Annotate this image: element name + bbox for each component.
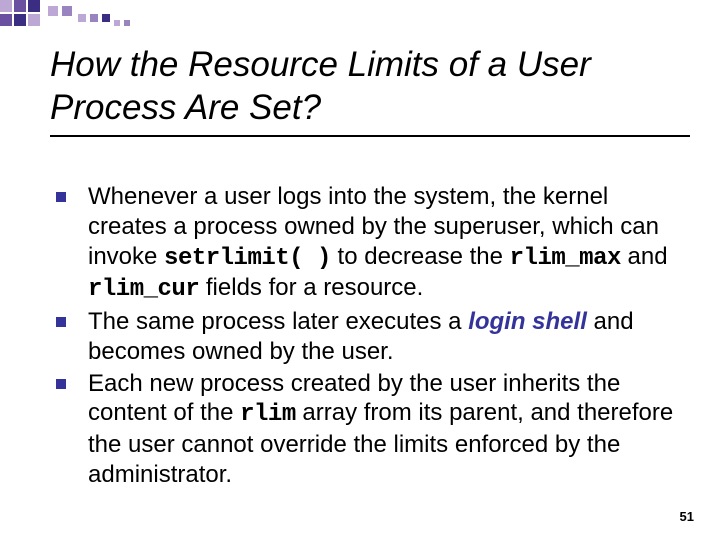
title-block: How the Resource Limits of a User Proces… [50,44,690,137]
list-item-text: Whenever a user logs into the system, th… [88,182,690,305]
deco-square [62,6,72,16]
list-item-text: The same process later executes a login … [88,307,690,367]
corner-decoration [0,0,140,36]
list-item: Whenever a user logs into the system, th… [54,182,690,305]
deco-square [28,14,40,26]
deco-square [90,14,98,22]
bullet-list: Whenever a user logs into the system, th… [54,182,690,492]
deco-square [124,20,130,26]
deco-square [0,14,12,26]
deco-square [28,0,40,12]
list-item: The same process later executes a login … [54,307,690,367]
title-underline [50,135,690,137]
deco-square [14,0,26,12]
slide-title: How the Resource Limits of a User Proces… [50,44,690,129]
list-item: Each new process created by the user inh… [54,369,690,490]
list-item-text: Each new process created by the user inh… [88,369,690,490]
deco-square [102,14,110,22]
deco-square [48,6,58,16]
deco-square [78,14,86,22]
deco-square [0,0,12,12]
deco-square [114,20,120,26]
bullet-icon [54,369,88,389]
bullet-icon [54,307,88,327]
deco-square [14,14,26,26]
page-number: 51 [680,509,694,524]
bullet-icon [54,182,88,202]
